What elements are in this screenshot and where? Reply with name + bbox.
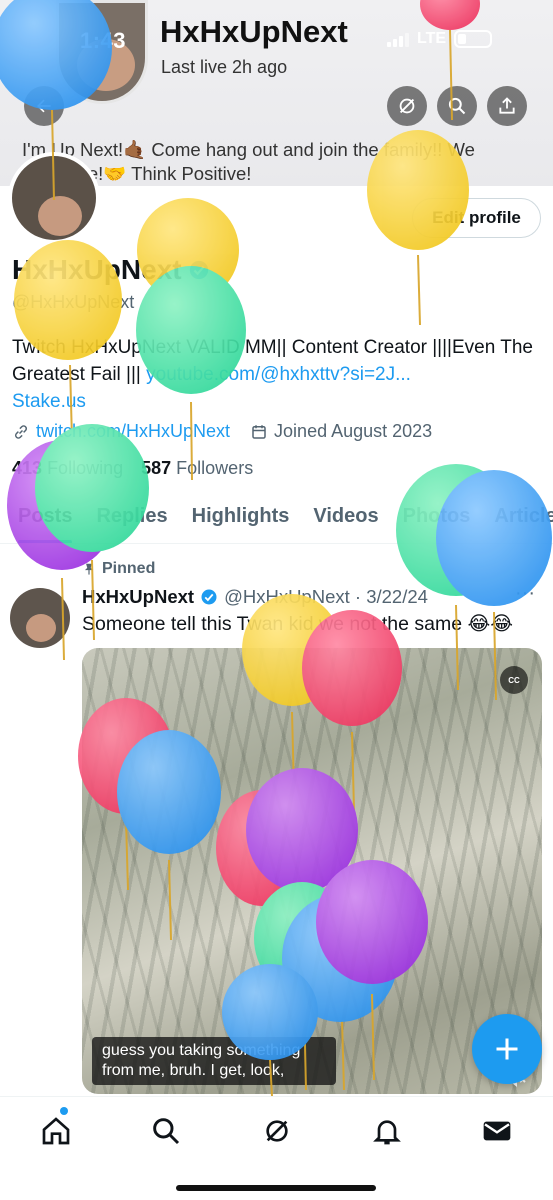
messages-icon[interactable]	[481, 1115, 513, 1147]
post-handle-date: @HxHxUpNext · 3/22/24	[224, 586, 428, 607]
bio-stake-link[interactable]: Stake.us	[12, 391, 86, 412]
tab-replies[interactable]: Replies	[96, 505, 167, 528]
profile-tabs: Posts Replies Highlights Videos Photos A…	[0, 490, 553, 544]
header-subtitle: Last live 2h ago	[161, 57, 288, 77]
tab-photos[interactable]: Photos	[403, 505, 471, 528]
search-icon	[448, 97, 466, 115]
joined-date: Joined August 2023	[274, 421, 433, 441]
plus-icon	[496, 1038, 518, 1060]
back-arrow-icon	[37, 99, 51, 113]
profile-avatar[interactable]	[8, 152, 100, 244]
video-caption: guess you taking something from me, bruh…	[92, 1037, 336, 1085]
pin-icon	[84, 563, 94, 575]
home-icon[interactable]	[40, 1115, 72, 1147]
pinned-indicator: Pinned	[82, 560, 155, 578]
captions-button[interactable]: CC	[500, 666, 528, 694]
compose-button[interactable]	[472, 1014, 542, 1084]
share-icon	[499, 97, 515, 114]
following-stat[interactable]: 413 Following	[12, 458, 123, 479]
tab-articles[interactable]: Articles	[494, 505, 553, 528]
share-button[interactable]	[487, 86, 527, 126]
grok-button[interactable]	[387, 86, 427, 126]
followers-stat[interactable]: 587 Followers	[141, 458, 253, 479]
status-indicators: LTE	[387, 30, 493, 48]
profile-bio: Twitch HxHxUpNext VALID MM|| Content Cre…	[12, 334, 542, 415]
profile-meta: twitch.com/HxHxUpNext Joined August 2023	[12, 421, 432, 442]
post-video[interactable]: CC guess you taking something from me, b…	[82, 648, 542, 1094]
back-button[interactable]	[24, 86, 64, 126]
calendar-icon	[252, 424, 266, 439]
post-avatar[interactable]	[10, 588, 70, 648]
bottom-nav	[0, 1096, 553, 1200]
bio-youtube-link[interactable]: youtube.com/@hxhxttv?si=2J...	[146, 364, 411, 385]
followers-count: 587	[141, 458, 172, 478]
home-indicator	[176, 1185, 376, 1191]
verified-icon	[201, 589, 217, 605]
edit-profile-button[interactable]: Edit profile	[412, 198, 541, 238]
following-label: Following	[47, 458, 124, 478]
grok-icon[interactable]	[261, 1115, 293, 1147]
display-name-text: HxHxUpNext	[12, 254, 182, 285]
post-author[interactable]: HxHxUpNext	[82, 586, 194, 608]
tab-videos[interactable]: Videos	[313, 505, 378, 528]
more-options-icon[interactable]: ···	[515, 582, 535, 605]
website-link[interactable]: twitch.com/HxHxUpNext	[36, 421, 230, 442]
status-time: 1:43	[80, 28, 127, 53]
battery-icon	[454, 30, 493, 48]
post-header: HxHxUpNext @HxHxUpNext · 3/22/24	[82, 586, 428, 608]
display-name: HxHxUpNext	[12, 254, 210, 286]
grok-icon	[399, 98, 415, 114]
joined-item: Joined August 2023	[250, 421, 432, 442]
follow-stats: 413 Following 587 Followers	[12, 458, 253, 479]
pinned-label: Pinned	[102, 560, 156, 577]
verified-icon	[189, 260, 208, 280]
tab-posts[interactable]: Posts	[18, 505, 73, 543]
home-notification-dot	[60, 1107, 68, 1115]
search-button[interactable]	[437, 86, 477, 126]
notifications-icon[interactable]	[371, 1115, 403, 1147]
banner-bio: I'm Up Next!🤙🏾 Come hang out and join th…	[22, 139, 475, 184]
following-count: 413	[12, 458, 43, 478]
header-name: HxHxUpNext	[160, 14, 348, 49]
signal-icon	[387, 31, 409, 47]
post-text: Someone tell this Twan kid we not the sa…	[82, 613, 514, 635]
website-item[interactable]: twitch.com/HxHxUpNext	[12, 421, 230, 442]
profile-handle: @HxHxUpNext	[12, 292, 135, 312]
search-icon[interactable]	[150, 1115, 182, 1147]
link-icon	[14, 424, 28, 439]
followers-label: Followers	[176, 458, 254, 478]
network-label: LTE	[417, 30, 447, 47]
tab-highlights[interactable]: Highlights	[192, 505, 290, 528]
